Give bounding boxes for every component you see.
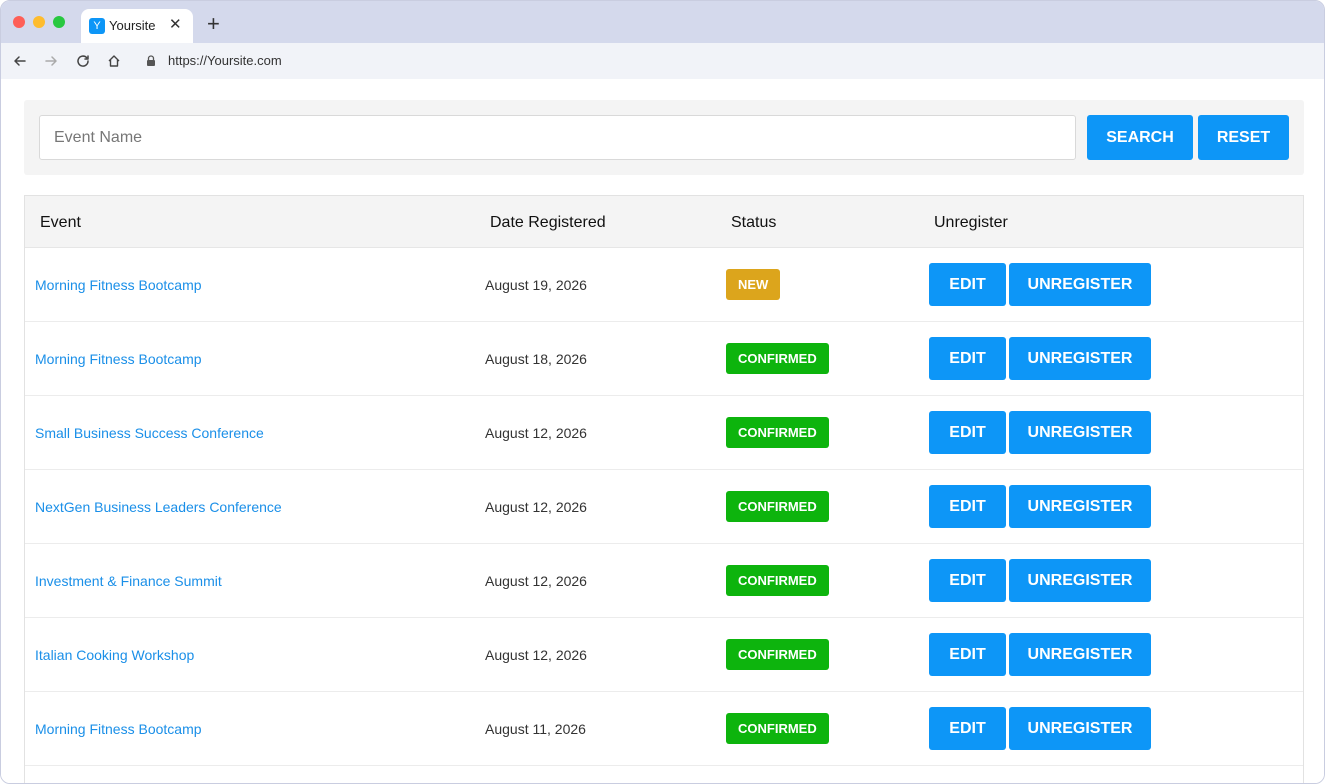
event-link[interactable]: Morning Fitness Bootcamp	[35, 351, 202, 367]
event-link[interactable]: Small Business Success Conference	[35, 425, 264, 441]
event-link[interactable]: NextGen Business Leaders Conference	[35, 499, 282, 515]
column-header-unregister: Unregister	[934, 214, 1008, 231]
search-panel: SEARCH RESET	[24, 100, 1304, 175]
column-header-event: Event	[40, 214, 81, 231]
browser-tab[interactable]: Y Yoursite ✕	[81, 9, 193, 43]
edit-button[interactable]: EDIT	[929, 337, 1006, 380]
url-text[interactable]: https://Yoursite.com	[168, 54, 282, 68]
unregister-button[interactable]: UNREGISTER	[1009, 485, 1151, 528]
column-header-date: Date Registered	[490, 214, 606, 231]
date-registered: August 11, 2026	[485, 721, 586, 737]
event-link[interactable]: Morning Fitness Bootcamp	[35, 277, 202, 293]
table-row: Small Business Success Conference August …	[25, 396, 1303, 470]
column-header-status: Status	[731, 214, 777, 231]
search-button[interactable]: SEARCH	[1087, 115, 1193, 160]
event-name-search-input[interactable]	[39, 115, 1076, 160]
maximize-window-button[interactable]	[53, 16, 65, 28]
event-link[interactable]: Investment & Finance Summit	[35, 573, 222, 589]
table-row: Italian Cooking Workshop August 12, 2026 C…	[25, 618, 1303, 692]
status-badge: CONFIRMED	[726, 639, 829, 670]
date-registered: August 12, 2026	[485, 499, 587, 515]
page-content: SEARCH RESET Event Date Registered Statu…	[1, 79, 1324, 783]
status-badge: CONFIRMED	[726, 417, 829, 448]
minimize-window-button[interactable]	[33, 16, 45, 28]
event-link[interactable]: Italian Cooking Workshop	[35, 647, 194, 663]
edit-button[interactable]: EDIT	[929, 707, 1006, 750]
edit-button[interactable]: EDIT	[929, 263, 1006, 306]
unregister-button[interactable]: UNREGISTER	[1009, 263, 1151, 306]
table-row: Morning Fitness Bootcamp August 19, 2026 N…	[25, 248, 1303, 322]
tab-title: Yoursite	[109, 18, 156, 33]
date-registered: August 12, 2026	[485, 573, 587, 589]
unregister-button[interactable]: UNREGISTER	[1009, 633, 1151, 676]
reload-icon[interactable]	[75, 53, 91, 69]
date-registered: August 12, 2026	[485, 425, 587, 441]
registrations-table: Event Date Registered Status Unregister …	[24, 195, 1304, 783]
status-badge: NEW	[726, 269, 781, 300]
tab-bar: Y Yoursite ✕ +	[1, 1, 1324, 43]
table-row: Investment & Finance Summit August 12, 20…	[25, 544, 1303, 618]
event-link[interactable]: Morning Fitness Bootcamp	[35, 721, 202, 737]
favicon-icon: Y	[89, 18, 105, 34]
browser-window: Y Yoursite ✕ + https://Yoursite.com SEAR…	[0, 0, 1325, 784]
date-registered: August 18, 2026	[485, 351, 587, 367]
table-row: Morning Fitness Bootcamp August 18, 2026 C…	[25, 322, 1303, 396]
status-badge: CONFIRMED	[726, 343, 829, 374]
reset-button[interactable]: RESET	[1198, 115, 1289, 160]
back-icon[interactable]	[12, 53, 28, 69]
table-header: Event Date Registered Status Unregister	[25, 196, 1303, 248]
edit-button[interactable]: EDIT	[929, 559, 1006, 602]
new-tab-icon[interactable]: +	[207, 13, 220, 35]
address-bar: https://Yoursite.com	[1, 43, 1324, 79]
unregister-button[interactable]: UNREGISTER	[1009, 337, 1151, 380]
unregister-button[interactable]: UNREGISTER	[1009, 411, 1151, 454]
status-badge: CONFIRMED	[726, 491, 829, 522]
edit-button[interactable]: EDIT	[929, 633, 1006, 676]
unregister-button[interactable]: UNREGISTER	[1009, 559, 1151, 602]
edit-button[interactable]: EDIT	[929, 485, 1006, 528]
date-registered: August 12, 2026	[485, 647, 587, 663]
status-badge: CONFIRMED	[726, 713, 829, 744]
close-tab-icon[interactable]: ✕	[169, 17, 182, 33]
table-row: NextGen Business Leaders Conference Augus…	[25, 470, 1303, 544]
lock-icon	[147, 55, 155, 66]
close-window-button[interactable]	[13, 16, 25, 28]
status-badge: CONFIRMED	[726, 565, 829, 596]
forward-icon[interactable]	[43, 53, 59, 69]
table-row: Morning Fitness Bootcamp August 11, 2026 C…	[25, 692, 1303, 766]
edit-button[interactable]: EDIT	[929, 411, 1006, 454]
unregister-button[interactable]: UNREGISTER	[1009, 707, 1151, 750]
date-registered: August 19, 2026	[485, 277, 587, 293]
home-icon[interactable]	[106, 53, 122, 69]
